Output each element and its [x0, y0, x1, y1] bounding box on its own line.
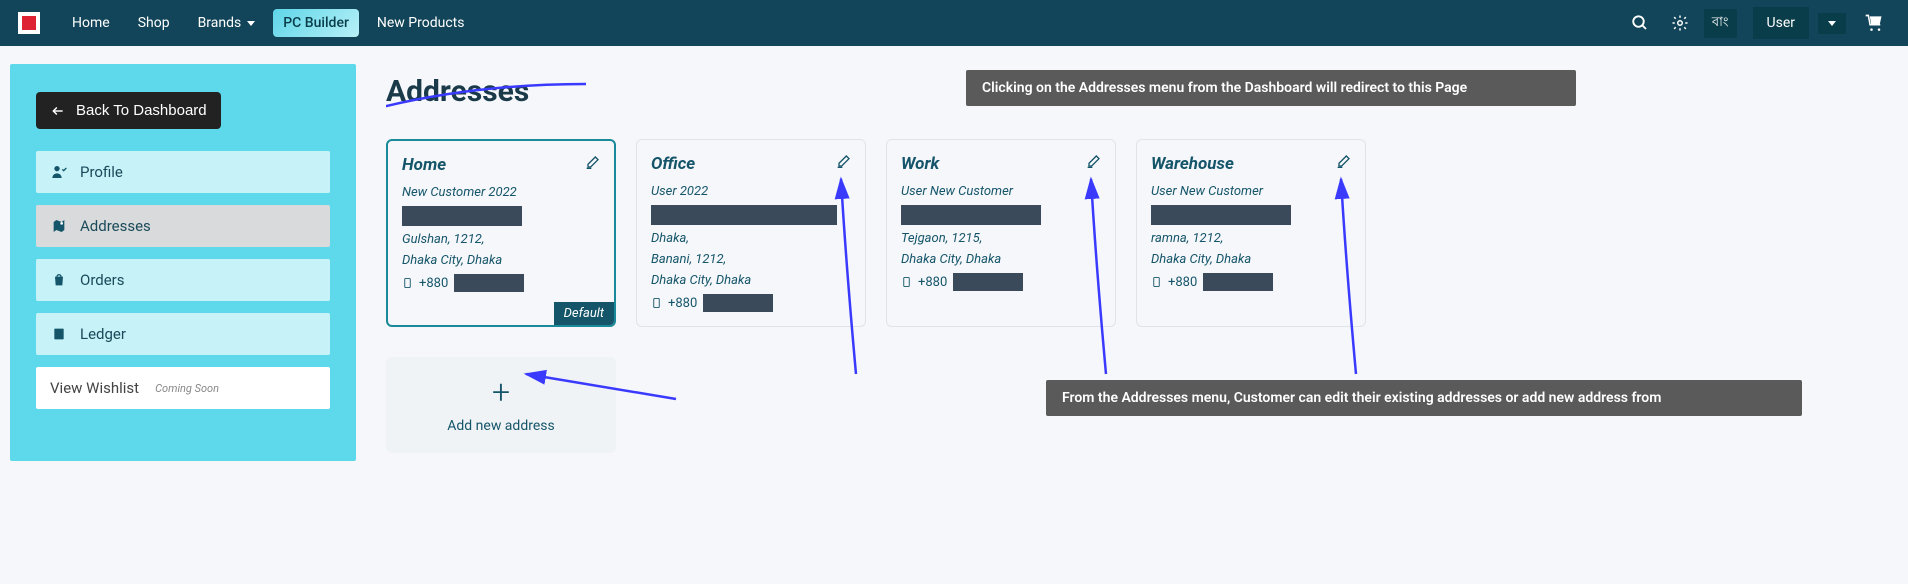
- phone-icon: [1151, 275, 1162, 289]
- edit-icon[interactable]: [1085, 154, 1101, 174]
- phone-row: +880: [1151, 273, 1351, 291]
- address-card-home: Home New Customer 2022 Gulshan, 1212, Dh…: [386, 139, 616, 327]
- chevron-down-icon: [1828, 21, 1836, 26]
- sidebar-item-label: Addresses: [80, 217, 151, 235]
- map-pin-icon: [50, 217, 68, 235]
- address-name: User New Customer: [1151, 184, 1351, 199]
- address-card-title: Work: [901, 154, 939, 174]
- sidebar-item-ledger[interactable]: Ledger: [36, 313, 330, 355]
- address-line: Banani, 1212,: [651, 252, 851, 267]
- address-line: Dhaka City, Dhaka: [901, 252, 1101, 267]
- redacted-line: [901, 205, 1041, 225]
- edit-icon[interactable]: [1335, 154, 1351, 174]
- user-icon: [50, 163, 68, 181]
- redacted-line: [402, 206, 522, 226]
- coming-soon-label: Coming Soon: [155, 382, 219, 395]
- arrow-left-icon: [50, 104, 66, 118]
- address-card-warehouse: Warehouse User New Customer ramna, 1212,…: [1136, 139, 1366, 327]
- phone-icon: [901, 275, 912, 289]
- address-line: Gulshan, 1212,: [402, 232, 600, 247]
- redacted-phone: [703, 294, 773, 312]
- settings-icon[interactable]: [1670, 13, 1690, 33]
- address-name: User New Customer: [901, 184, 1101, 199]
- user-menu[interactable]: User: [1753, 7, 1809, 39]
- address-card-office: Office User 2022 Dhaka, Banani, 1212, Dh…: [636, 139, 866, 327]
- sidebar-item-wishlist[interactable]: View Wishlist Coming Soon: [36, 367, 330, 409]
- address-line: Dhaka,: [651, 231, 851, 246]
- address-name: User 2022: [651, 184, 851, 199]
- annotation-callout-top: Clicking on the Addresses menu from the …: [966, 70, 1576, 106]
- plus-icon: +: [492, 376, 510, 408]
- address-card-title: Warehouse: [1151, 154, 1234, 174]
- bag-icon: [50, 271, 68, 289]
- add-new-address-button[interactable]: + Add new address: [386, 357, 616, 453]
- phone-row: +880: [402, 274, 600, 292]
- back-to-dashboard-button[interactable]: Back To Dashboard: [36, 92, 221, 129]
- back-button-label: Back To Dashboard: [76, 102, 207, 119]
- phone-prefix: +880: [1168, 275, 1197, 290]
- phone-row: +880: [651, 294, 851, 312]
- sidebar-item-label: Profile: [80, 163, 123, 181]
- redacted-line: [651, 205, 837, 225]
- address-name: New Customer 2022: [402, 185, 600, 200]
- edit-icon[interactable]: [584, 155, 600, 175]
- redacted-phone: [953, 273, 1023, 291]
- sidebar-item-orders[interactable]: Orders: [36, 259, 330, 301]
- nav-shop[interactable]: Shop: [128, 9, 180, 37]
- add-new-label: Add new address: [447, 418, 554, 434]
- search-icon[interactable]: [1630, 13, 1650, 33]
- sidebar-item-label: Ledger: [80, 325, 126, 343]
- address-card-title: Home: [402, 155, 446, 175]
- language-selector[interactable]: বাং: [1704, 9, 1737, 38]
- sidebar-item-label: View Wishlist: [50, 379, 139, 397]
- nav-brands[interactable]: Brands: [188, 9, 266, 37]
- address-line: ramna, 1212,: [1151, 231, 1351, 246]
- default-badge: Default: [554, 302, 614, 325]
- phone-icon: [402, 276, 413, 290]
- annotation-callout-bottom: From the Addresses menu, Customer can ed…: [1046, 380, 1802, 416]
- sidebar-item-addresses[interactable]: Addresses: [36, 205, 330, 247]
- top-nav: Home Shop Brands PC Builder New Products…: [0, 0, 1908, 46]
- address-line: Dhaka City, Dhaka: [402, 253, 600, 268]
- phone-prefix: +880: [918, 275, 947, 290]
- nav-pc-builder[interactable]: PC Builder: [273, 9, 359, 37]
- main-content: Clicking on the Addresses menu from the …: [386, 64, 1898, 453]
- address-line: Dhaka City, Dhaka: [651, 273, 851, 288]
- sidebar-item-profile[interactable]: Profile: [36, 151, 330, 193]
- sidebar-item-label: Orders: [80, 271, 125, 289]
- book-icon: [50, 325, 68, 343]
- phone-icon: [651, 296, 662, 310]
- address-cards-row: Home New Customer 2022 Gulshan, 1212, Dh…: [386, 139, 1898, 327]
- address-card-work: Work User New Customer Tejgaon, 1215, Dh…: [886, 139, 1116, 327]
- address-line: Tejgaon, 1215,: [901, 231, 1101, 246]
- edit-icon[interactable]: [835, 154, 851, 174]
- phone-row: +880: [901, 273, 1101, 291]
- phone-prefix: +880: [419, 276, 448, 291]
- cart-icon[interactable]: [1864, 13, 1884, 33]
- address-card-title: Office: [651, 154, 695, 174]
- redacted-phone: [1203, 273, 1273, 291]
- redacted-line: [1151, 205, 1291, 225]
- address-line: Dhaka City, Dhaka: [1151, 252, 1351, 267]
- logo[interactable]: [18, 12, 40, 34]
- nav-new-products[interactable]: New Products: [367, 9, 475, 37]
- user-dropdown-icon[interactable]: [1818, 13, 1846, 34]
- nav-home[interactable]: Home: [62, 9, 120, 37]
- chevron-down-icon: [247, 21, 255, 26]
- sidebar: Back To Dashboard Profile Addresses Orde…: [10, 64, 356, 461]
- redacted-phone: [454, 274, 524, 292]
- phone-prefix: +880: [668, 296, 697, 311]
